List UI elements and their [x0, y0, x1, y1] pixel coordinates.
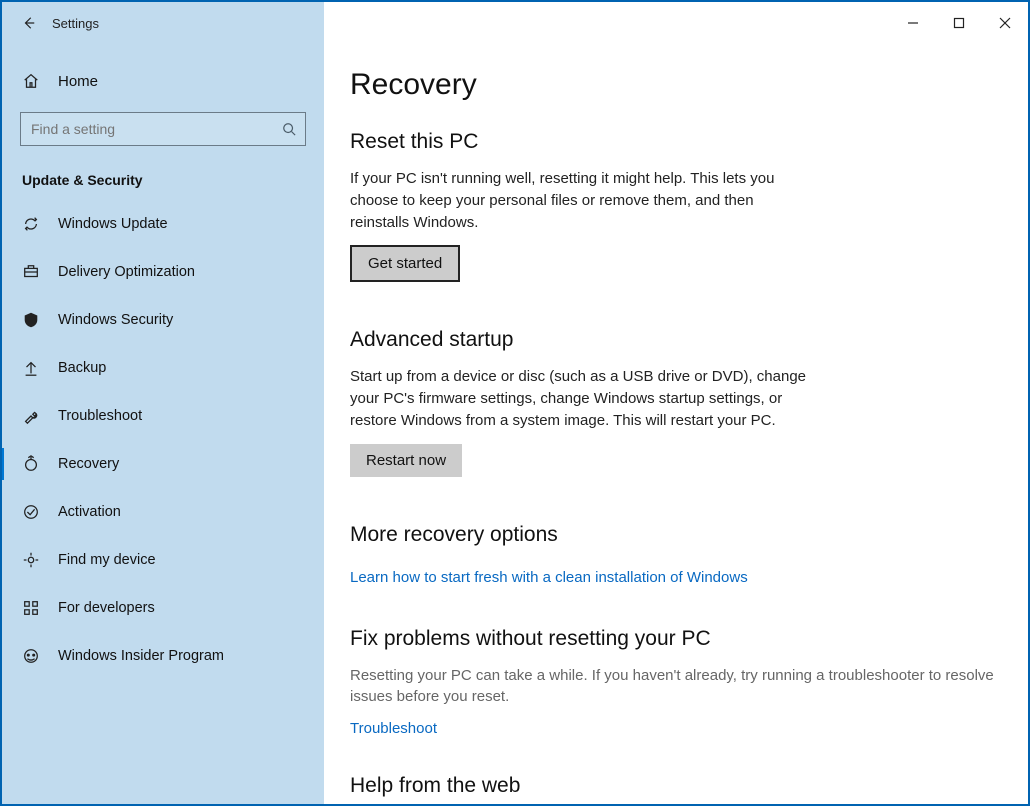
sidebar-item-label: Windows Security	[58, 312, 173, 328]
sidebar-item-windows-security[interactable]: Windows Security	[2, 296, 324, 344]
search-row	[20, 112, 306, 146]
section-more-recovery: More recovery options Learn how to start…	[350, 523, 1008, 587]
sidebar-item-label: Troubleshoot	[58, 408, 142, 424]
sidebar-home-label: Home	[58, 73, 98, 90]
sidebar-item-label: Find my device	[58, 552, 156, 568]
learn-fresh-start-link[interactable]: Learn how to start fresh with a clean in…	[350, 569, 748, 586]
locate-icon	[22, 551, 40, 569]
sidebar-item-label: Windows Update	[58, 216, 168, 232]
sidebar-home[interactable]: Home	[2, 58, 324, 104]
fix-description: Resetting your PC can take a while. If y…	[350, 665, 1008, 709]
sidebar-item-recovery[interactable]: Recovery	[2, 440, 324, 488]
shield-icon	[22, 311, 40, 329]
refresh-icon	[22, 215, 40, 233]
insider-icon	[22, 647, 40, 665]
settings-window: Settings Home	[0, 0, 1030, 806]
titlebar: Settings	[2, 2, 1028, 44]
section-help-web: Help from the web	[350, 774, 1008, 798]
section-title-advanced: Advanced startup	[350, 328, 1008, 352]
developers-icon	[22, 599, 40, 617]
sidebar-item-windows-update[interactable]: Windows Update	[2, 200, 324, 248]
section-title-fix: Fix problems without resetting your PC	[350, 627, 1008, 651]
sidebar: Home Update & Security Windows Update	[2, 44, 324, 804]
section-reset-pc: Reset this PC If your PC isn't running w…	[350, 130, 1008, 282]
page-title: Recovery	[350, 68, 1008, 102]
check-circle-icon	[22, 503, 40, 521]
backup-arrow-icon	[22, 359, 40, 377]
sidebar-section-label: Update & Security	[2, 158, 324, 200]
window-title: Settings	[52, 16, 99, 31]
close-button[interactable]	[982, 2, 1028, 44]
sidebar-item-label: Activation	[58, 504, 121, 520]
troubleshoot-link[interactable]: Troubleshoot	[350, 720, 437, 737]
sidebar-item-windows-insider[interactable]: Windows Insider Program	[2, 632, 324, 680]
sidebar-item-label: For developers	[58, 600, 155, 616]
sidebar-item-delivery-optimization[interactable]: Delivery Optimization	[2, 248, 324, 296]
section-title-reset: Reset this PC	[350, 130, 1008, 154]
restart-now-button[interactable]: Restart now	[350, 444, 462, 477]
recovery-icon	[22, 455, 40, 473]
reset-description: If your PC isn't running well, resetting…	[350, 168, 810, 233]
sidebar-item-find-my-device[interactable]: Find my device	[2, 536, 324, 584]
main-content: Recovery Reset this PC If your PC isn't …	[324, 44, 1028, 804]
section-title-help: Help from the web	[350, 774, 1008, 798]
minimize-button[interactable]	[890, 2, 936, 44]
search-icon	[282, 122, 296, 136]
back-button[interactable]	[22, 16, 36, 30]
window-controls	[324, 2, 1028, 44]
sidebar-item-for-developers[interactable]: For developers	[2, 584, 324, 632]
advanced-description: Start up from a device or disc (such as …	[350, 366, 810, 431]
delivery-icon	[22, 263, 40, 281]
sidebar-item-label: Backup	[58, 360, 106, 376]
sidebar-item-label: Recovery	[58, 456, 119, 472]
section-fix-problems: Fix problems without resetting your PC R…	[350, 627, 1008, 739]
sidebar-item-label: Delivery Optimization	[58, 264, 195, 280]
sidebar-item-troubleshoot[interactable]: Troubleshoot	[2, 392, 324, 440]
titlebar-left: Settings	[2, 2, 324, 44]
home-icon	[22, 72, 40, 90]
sidebar-item-label: Windows Insider Program	[58, 648, 224, 664]
sidebar-item-backup[interactable]: Backup	[2, 344, 324, 392]
sidebar-item-activation[interactable]: Activation	[2, 488, 324, 536]
search-input[interactable]	[20, 112, 306, 146]
get-started-button[interactable]: Get started	[350, 245, 460, 282]
section-title-more: More recovery options	[350, 523, 1008, 547]
wrench-icon	[22, 407, 40, 425]
maximize-button[interactable]	[936, 2, 982, 44]
section-advanced-startup: Advanced startup Start up from a device …	[350, 328, 1008, 476]
